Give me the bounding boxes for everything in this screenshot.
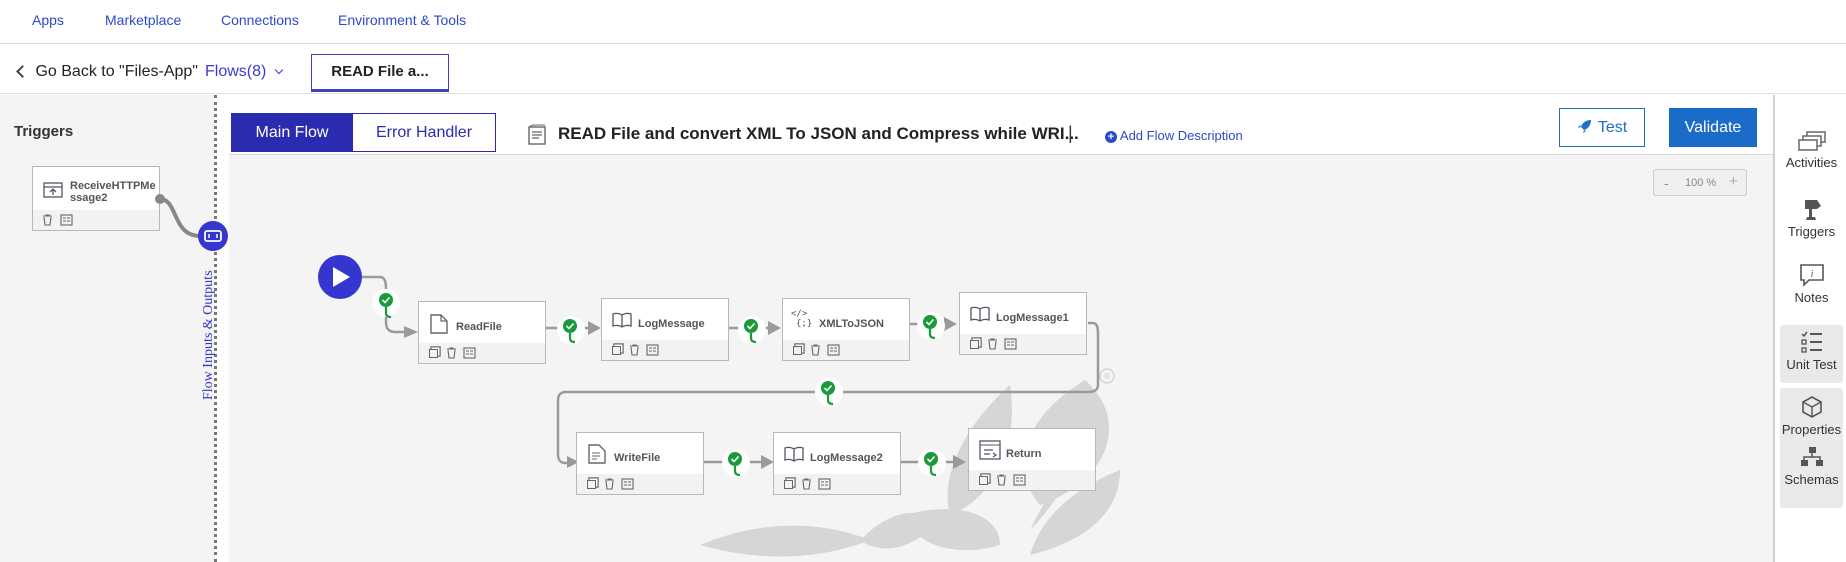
mapping-icon[interactable] — [646, 344, 659, 356]
mapping-icon[interactable] — [1013, 474, 1026, 486]
watermark-registered-symbol: ® — [1104, 372, 1110, 381]
right-toolbox: Activities Triggers i Notes Unit Test Pr… — [1773, 95, 1846, 562]
activity-name: Return — [1006, 448, 1042, 460]
tile-toolbar — [602, 340, 728, 360]
code-icon: </> {;} — [791, 309, 812, 329]
book-icon — [970, 306, 990, 322]
activity-name: LogMessage — [638, 318, 705, 330]
copy-icon[interactable] — [612, 346, 621, 355]
activity-tile-writefile[interactable]: WriteFile — [576, 432, 704, 495]
toolbox-activities[interactable]: Activities — [1780, 130, 1843, 180]
mapping-icon[interactable] — [1004, 338, 1017, 350]
code-icon-json: {;} — [796, 319, 813, 329]
copy-icon[interactable] — [429, 349, 438, 358]
activity-name: LogMessage1 — [996, 312, 1069, 324]
mapping-icon[interactable] — [818, 478, 831, 490]
file-text-icon — [588, 444, 606, 464]
activity-tile-readfile[interactable]: ReadFile — [418, 301, 546, 364]
book-icon — [784, 446, 804, 462]
toolbox-unit-test-label: Unit Test — [1786, 357, 1837, 372]
trash-icon[interactable] — [604, 478, 615, 490]
copy-icon[interactable] — [970, 340, 979, 349]
mapping-icon[interactable] — [827, 344, 840, 356]
activity-tile-logmessage1[interactable]: LogMessage1 — [959, 292, 1087, 355]
toolbox-properties-label: Properties — [1781, 422, 1842, 437]
tile-toolbar — [969, 470, 1095, 490]
check-badge-icon[interactable] — [738, 316, 766, 344]
activity-tile-xmltojson[interactable]: </> {;} XMLToJSON — [782, 298, 910, 361]
activity-name: LogMessage2 — [810, 452, 883, 464]
activity-tile-logmessage2[interactable]: LogMessage2 — [773, 432, 901, 495]
copy-icon[interactable] — [784, 480, 793, 489]
toolbox-schemas-label: Schemas — [1784, 472, 1839, 487]
toolbox-properties[interactable]: Properties Schemas — [1780, 388, 1843, 508]
trash-icon[interactable] — [810, 344, 821, 356]
activity-name: ReadFile — [456, 321, 502, 333]
check-badge-icon[interactable] — [722, 449, 750, 477]
activities-icon — [1797, 131, 1826, 151]
check-badge-icon[interactable] — [557, 316, 585, 344]
toolbox-triggers-label: Triggers — [1787, 224, 1836, 239]
code-icon-tag: </> — [791, 309, 808, 319]
copy-icon[interactable] — [979, 476, 988, 485]
copy-icon[interactable] — [793, 346, 802, 355]
tile-toolbar — [577, 474, 703, 494]
notes-icon: i — [1799, 264, 1824, 287]
checklist-icon — [1800, 331, 1822, 353]
triggers-icon — [1804, 200, 1821, 220]
check-badge-icon[interactable] — [917, 312, 945, 340]
flow-io-node[interactable] — [198, 221, 228, 251]
toolbox-activities-label: Activities — [1785, 155, 1838, 170]
mapping-icon[interactable] — [463, 347, 476, 359]
toolbox-unit-test[interactable]: Unit Test — [1780, 325, 1843, 383]
trash-icon[interactable] — [996, 474, 1007, 486]
toolbox-notes[interactable]: i Notes — [1780, 263, 1843, 313]
svg-text:i: i — [1810, 269, 1813, 280]
trash-icon[interactable] — [446, 347, 457, 359]
activity-name: WriteFile — [614, 452, 661, 464]
start-flow-button[interactable] — [318, 255, 362, 299]
trash-icon[interactable] — [629, 344, 640, 356]
file-icon — [430, 314, 448, 334]
activity-name: XMLToJSON — [819, 318, 884, 330]
book-icon — [612, 312, 632, 328]
check-badge-icon[interactable] — [372, 289, 400, 319]
toolbox-notes-label: Notes — [1794, 290, 1829, 305]
mapping-icon[interactable] — [621, 478, 634, 490]
check-badge-icon[interactable] — [918, 449, 946, 477]
trash-icon[interactable] — [801, 478, 812, 490]
tile-toolbar — [783, 340, 909, 360]
tile-toolbar — [774, 474, 900, 494]
properties-icon — [1801, 396, 1822, 418]
flow-wires: ® — [155, 194, 1120, 557]
activity-tile-return[interactable]: Return — [968, 428, 1096, 491]
tile-toolbar — [960, 334, 1086, 354]
tile-toolbar — [419, 343, 545, 363]
return-icon — [979, 440, 1001, 460]
schemas-icon — [1800, 447, 1823, 466]
check-badge-icon[interactable] — [815, 378, 843, 406]
activity-tile-logmessage[interactable]: LogMessage — [601, 298, 729, 361]
trash-icon[interactable] — [987, 338, 998, 350]
watermark-registered-mark: ® — [1099, 368, 1115, 384]
copy-icon[interactable] — [587, 480, 596, 489]
toolbox-triggers[interactable]: Triggers — [1780, 197, 1843, 247]
